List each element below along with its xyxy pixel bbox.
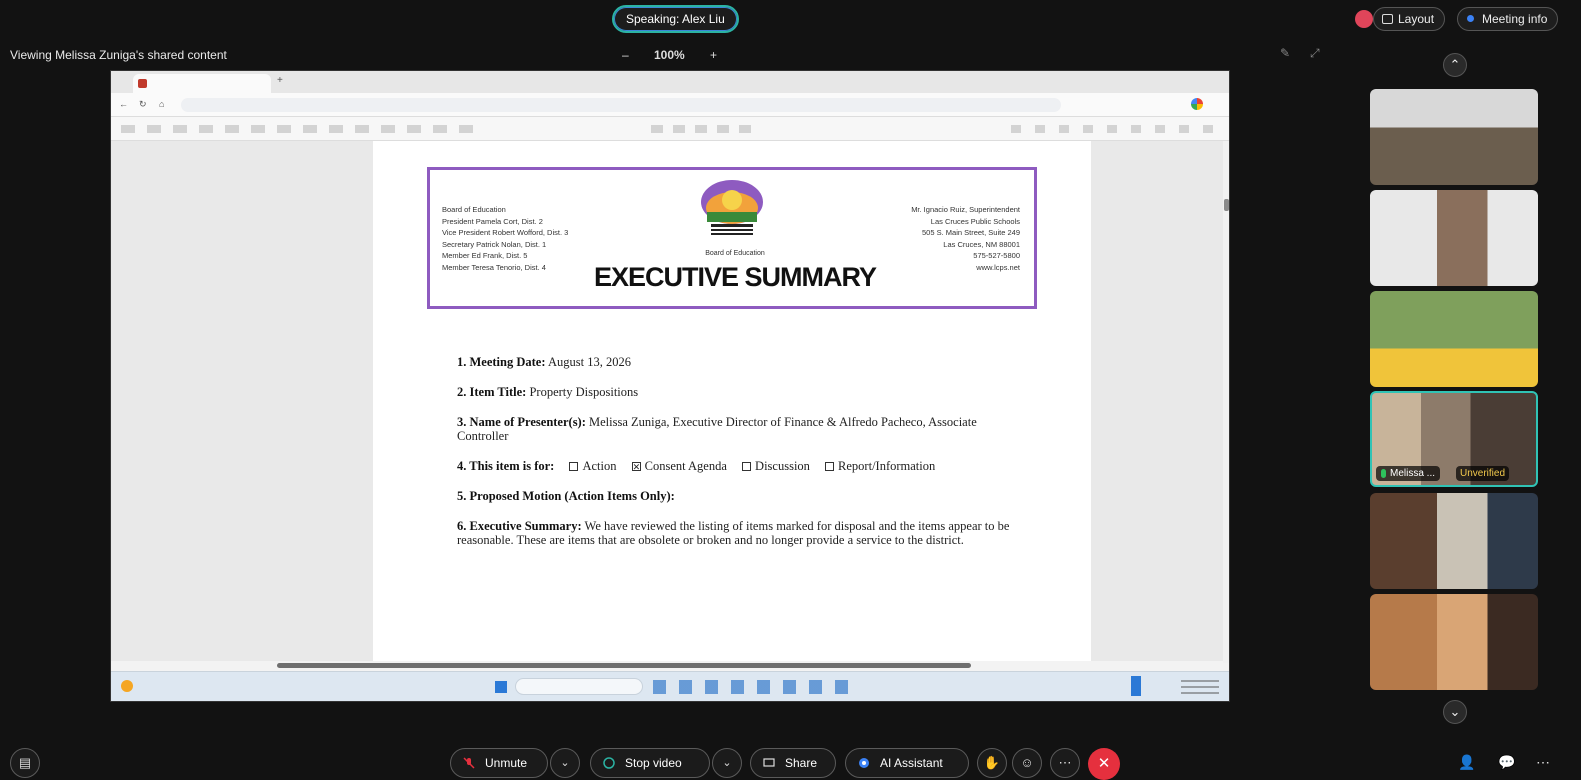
- document-title: EXECUTIVE SUMMARY: [593, 262, 877, 292]
- taskbar-app-icons[interactable]: [653, 680, 853, 694]
- weather-icon[interactable]: [121, 680, 133, 692]
- stop-video-label: Stop video: [625, 756, 682, 770]
- executive-summary-line: 6. Executive Summary: We have reviewed t…: [457, 519, 1010, 547]
- participant-tile[interactable]: [1370, 493, 1538, 589]
- viewing-shared-content-label: Viewing Melissa Zuniga's shared content: [10, 48, 227, 62]
- meeting-info-button[interactable]: Meeting info: [1457, 7, 1559, 31]
- participant-tile[interactable]: [1370, 89, 1538, 185]
- taskbar-search[interactable]: [515, 678, 643, 695]
- superintendent-contact: Mr. Ignacio Ruiz, Superintendent Las Cru…: [911, 205, 1020, 272]
- item-title-line: 2. Item Title: Property Dispositions: [457, 385, 639, 399]
- video-camera-icon: [603, 757, 615, 769]
- taskbar-clock: [1181, 680, 1219, 694]
- logo-caption: Board of Education: [705, 250, 765, 257]
- ai-assistant-icon: [859, 758, 869, 768]
- raise-hand-icon[interactable]: ✋: [977, 748, 1007, 778]
- windows-taskbar: [111, 671, 1229, 701]
- expand-icon[interactable]: ⤢: [1310, 46, 1320, 61]
- participants-icon[interactable]: 👤: [1458, 754, 1475, 771]
- recording-indicator-icon: [1355, 10, 1373, 28]
- document-header: Board of Education President Pamela Cort…: [427, 167, 1037, 309]
- board-members-list: Board of Education President Pamela Cort…: [442, 205, 569, 272]
- info-icon: [1467, 15, 1474, 22]
- stop-video-button[interactable]: Stop video: [590, 748, 710, 778]
- report-checkbox: [825, 462, 835, 471]
- annotate-icon[interactable]: ✎: [1280, 46, 1290, 60]
- captions-icon[interactable]: ▤: [10, 748, 40, 778]
- participant-tile[interactable]: [1370, 190, 1538, 286]
- share-button[interactable]: Share: [750, 748, 836, 778]
- zoom-in-button[interactable]: +: [710, 48, 717, 62]
- vertical-scroll-thumb[interactable]: [1224, 199, 1229, 211]
- zoom-level: 100%: [654, 48, 685, 62]
- vertical-scrollbar[interactable]: [1223, 141, 1229, 663]
- pdf-toolbar: [111, 117, 1229, 141]
- more-options-icon[interactable]: ⋯: [1050, 748, 1080, 778]
- participant-tile[interactable]: [1370, 291, 1538, 387]
- meeting-info-label: Meeting info: [1482, 12, 1548, 26]
- reactions-icon[interactable]: ☺: [1012, 748, 1042, 778]
- new-tab-icon[interactable]: +: [277, 75, 283, 86]
- active-speaker-indicator: Speaking: Alex Liu: [612, 5, 739, 33]
- action-checkbox: [569, 462, 579, 471]
- microphone-icon: [1381, 469, 1386, 478]
- scroll-up-button[interactable]: ⌃: [1443, 53, 1467, 77]
- home-icon[interactable]: ⌂: [159, 99, 164, 109]
- pdf-icon: [138, 79, 147, 88]
- more-panels-icon[interactable]: ⋯: [1536, 754, 1550, 771]
- window-controls[interactable]: [1183, 75, 1223, 85]
- browser-tab-bar: +: [111, 71, 1229, 93]
- audio-options-chevron-down-icon[interactable]: ⌄: [550, 748, 580, 778]
- taskbar-active-app-icon[interactable]: [1131, 676, 1141, 696]
- participant-tile-active[interactable]: Melissa ... Unverified: [1370, 391, 1538, 487]
- share-label: Share: [785, 756, 818, 770]
- pdf-page-controls[interactable]: [651, 125, 751, 133]
- refresh-icon[interactable]: ↻: [139, 99, 147, 110]
- url-field[interactable]: [181, 98, 1061, 112]
- horizontal-scroll-thumb[interactable]: [277, 663, 971, 668]
- windows-start-icon[interactable]: [495, 681, 507, 693]
- discussion-checkbox: [742, 462, 752, 471]
- lcps-logo-icon: [701, 180, 763, 235]
- presenters-line: 3. Name of Presenter(s): Melissa Zuniga,…: [457, 415, 977, 443]
- proposed-motion-line: 5. Proposed Motion (Action Items Only):: [457, 489, 675, 503]
- end-call-button[interactable]: ✕: [1088, 748, 1120, 780]
- browser-tab[interactable]: [133, 74, 271, 93]
- video-options-chevron-down-icon[interactable]: ⌄: [712, 748, 742, 778]
- consent-agenda-checkbox: [631, 460, 641, 474]
- chat-icon[interactable]: 💬: [1498, 754, 1515, 771]
- layout-button[interactable]: Layout: [1373, 7, 1446, 31]
- document-body: 1. Meeting Date: August 13, 2026 2. Item…: [457, 355, 1017, 563]
- ai-assistant-label: AI Assistant: [880, 756, 943, 770]
- profile-icon[interactable]: [1191, 98, 1203, 110]
- unverified-badge: Unverified: [1456, 466, 1510, 481]
- layout-label: Layout: [1398, 12, 1435, 26]
- share-screen-icon: [763, 758, 775, 767]
- participant-name-badge: Melissa ...: [1376, 466, 1441, 481]
- pdf-tools-right[interactable]: [1011, 125, 1221, 133]
- pdf-page: Board of Education President Pamela Cort…: [373, 141, 1091, 661]
- pdf-tools-left[interactable]: [121, 125, 481, 133]
- participant-tile[interactable]: [1370, 594, 1538, 690]
- browser-address-bar: ← ↻ ⌂: [111, 93, 1229, 117]
- scroll-down-button[interactable]: ⌄: [1443, 700, 1467, 724]
- unmute-label: Unmute: [485, 756, 528, 770]
- muted-mic-icon: [463, 757, 475, 769]
- shared-screen: + ← ↻ ⌂ Board of Education President Pam…: [110, 70, 1230, 702]
- item-for-line: 4. This item is for: Action Consent Agen…: [457, 459, 1017, 474]
- meeting-date-line: 1. Meeting Date: August 13, 2026: [457, 355, 631, 369]
- layout-icon: [1382, 14, 1393, 24]
- unmute-button[interactable]: Unmute: [450, 748, 548, 778]
- back-icon[interactable]: ←: [119, 99, 128, 109]
- ai-assistant-button[interactable]: AI Assistant: [845, 748, 969, 778]
- zoom-out-button[interactable]: –: [622, 48, 629, 62]
